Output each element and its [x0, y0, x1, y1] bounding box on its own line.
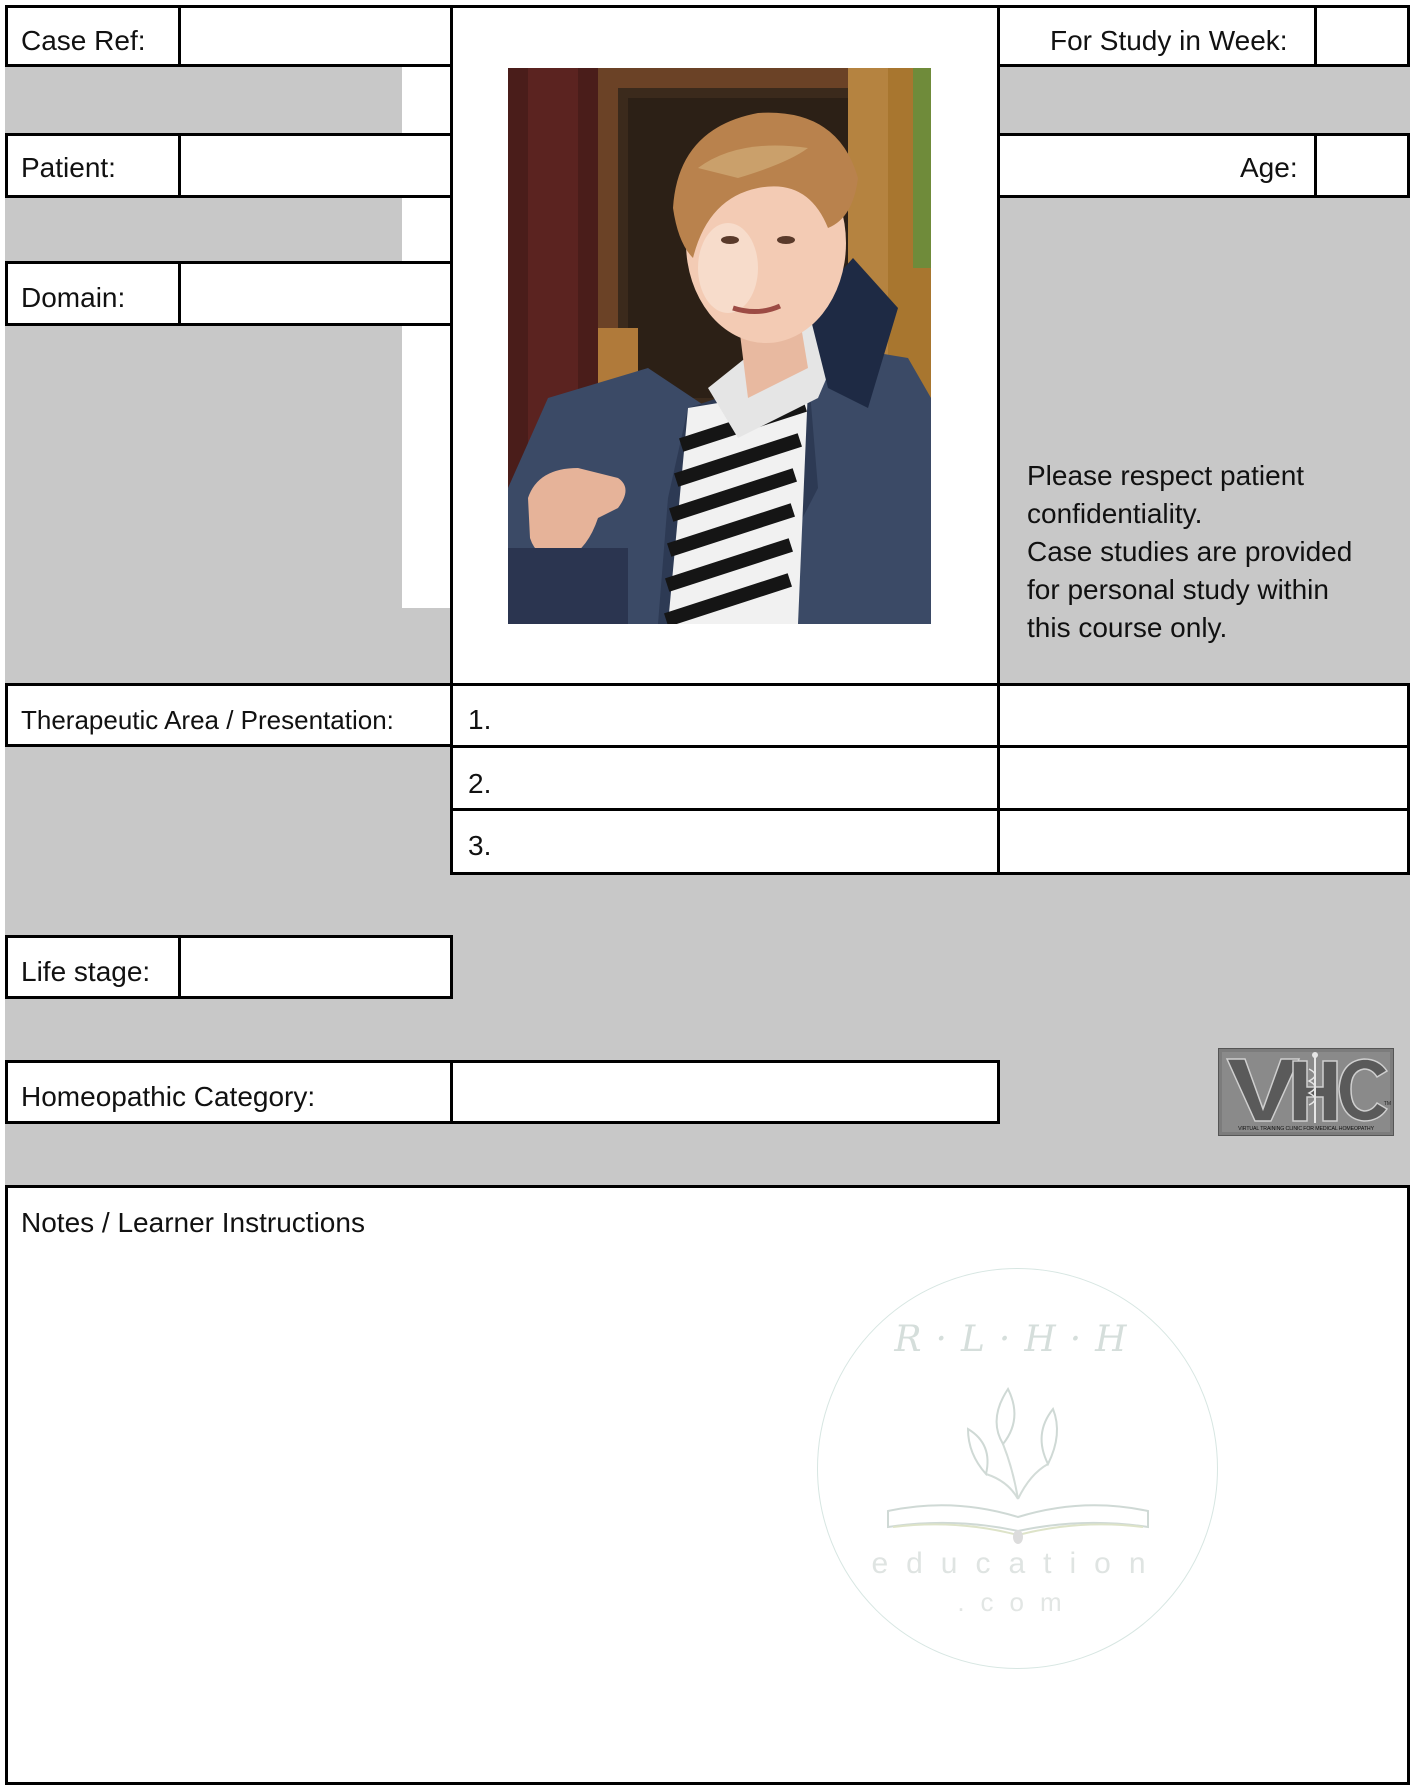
item-number-2: 2. [468, 768, 492, 799]
notice-line: confidentiality. [1027, 498, 1203, 529]
vhc-logo-tm: TM [1383, 1101, 1391, 1107]
age-label: Age: [1240, 152, 1298, 183]
divider [178, 133, 181, 198]
case-ref-field[interactable] [182, 9, 448, 63]
notice-line: this course only. [1027, 612, 1228, 643]
domain-label: Domain: [21, 282, 126, 313]
week-field[interactable] [1318, 9, 1406, 63]
presentation-extra-1[interactable] [1002, 688, 1406, 743]
patient-photo [508, 68, 931, 624]
notice-line: Please respect patient [1027, 460, 1305, 491]
vhc-logo-caption: VIRTUAL TRAINING CLINIC FOR MEDICAL HOME… [1238, 1126, 1374, 1132]
week-label: For Study in Week: [1050, 25, 1288, 56]
divider [1314, 5, 1317, 67]
therapeutic-label: Therapeutic Area / Presentation: [21, 705, 394, 735]
patient-field[interactable] [182, 137, 448, 194]
divider [450, 745, 1410, 748]
rlhh-watermark: R·L·H·H education .com [817, 1268, 1218, 1669]
life-stage-label: Life stage: [21, 956, 151, 987]
item-number-1: 1. [468, 704, 492, 735]
notes-label: Notes / Learner Instructions [21, 1207, 365, 1238]
presentation-field-2[interactable] [510, 751, 990, 806]
divider [178, 5, 181, 67]
notice-line: for personal study within [1027, 574, 1329, 605]
divider [997, 683, 1000, 875]
case-ref-label: Case Ref: [21, 25, 146, 56]
case-study-form: Case Ref: For Study in Week: Patient: Ag… [0, 0, 1415, 1785]
presentation-extra-3[interactable] [1002, 814, 1406, 869]
presentation-field-3[interactable] [510, 814, 990, 869]
divider [178, 261, 181, 326]
divider [450, 1060, 453, 1124]
watermark-top-text: R·L·H·H [894, 1319, 1141, 1360]
divider [1314, 133, 1317, 198]
divider [178, 935, 181, 999]
patient-label: Patient: [21, 152, 116, 183]
vhc-logo-mark [1222, 1052, 1390, 1132]
watermark-main-text: education [871, 1547, 1164, 1580]
watermark-sub-text: .com [957, 1587, 1078, 1617]
item-number-3: 3. [468, 830, 492, 861]
presentation-extra-2[interactable] [1002, 751, 1406, 806]
age-field[interactable] [1318, 137, 1406, 194]
domain-field[interactable] [182, 265, 448, 322]
divider [450, 808, 1410, 811]
notice-line: Case studies are provided [1027, 536, 1353, 567]
homeopathic-field[interactable] [455, 1064, 995, 1120]
presentation-field-1[interactable] [510, 688, 990, 743]
confidentiality-notice: Please respect patient confidentiality. … [1027, 457, 1352, 647]
homeopathic-label: Homeopathic Category: [21, 1081, 316, 1112]
life-stage-field[interactable] [182, 939, 448, 995]
vhc-logo: TM VIRTUAL TRAINING CLINIC FOR MEDICAL H… [1218, 1048, 1394, 1136]
